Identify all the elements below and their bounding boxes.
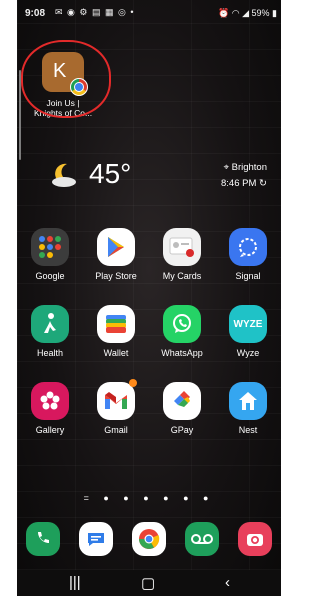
app-wallet[interactable]: Wallet (88, 305, 144, 358)
app-play-store[interactable]: Play Store (88, 228, 144, 281)
wyze-icon[interactable]: WYZE (229, 305, 267, 343)
dock (17, 522, 281, 556)
notification-badge (129, 379, 137, 387)
app-row: Gallery Gmail GPay Nest (17, 379, 281, 435)
whatsapp-icon[interactable] (163, 305, 201, 343)
health-icon[interactable] (31, 305, 69, 343)
wallet-icon[interactable] (97, 305, 135, 343)
signal-icon[interactable] (229, 228, 267, 266)
app-google-folder[interactable]: Google (22, 228, 78, 281)
recents-icon[interactable]: ||| (69, 574, 81, 591)
status-time: 9:08 (25, 8, 46, 19)
weather-temperature: 45° (89, 158, 132, 189)
battery-level: 59% (251, 8, 270, 18)
app-gallery[interactable]: Gallery (22, 382, 78, 435)
location-pin-icon: ⌖ (223, 162, 229, 173)
app-label: Google (35, 271, 65, 281)
nest-icon[interactable] (229, 382, 267, 420)
chrome-badge-icon (70, 78, 88, 96)
app-label: Nest (238, 425, 258, 435)
phone-icon[interactable] (26, 522, 61, 556)
home-screen: 9:08 ✉ ◉ ⚙ ▤ ▦ ◎ • ⏰ ◠ ◢ 59% ▮ K Join Us… (17, 0, 281, 596)
app-grid: Google Play Store My Cards Signal Health… (17, 228, 281, 459)
app-label: Signal (235, 271, 261, 281)
weather-location: ⌖ Brighton (223, 162, 267, 173)
system-icons: ⏰ ◠ ◢ 59% ▮ (218, 8, 277, 19)
app-signal[interactable]: Signal (220, 228, 276, 281)
navigation-bar: ||| ▢ ‹ (17, 570, 281, 596)
app-gmail[interactable]: Gmail (88, 379, 144, 435)
app-label: My Cards (162, 271, 202, 281)
play-store-icon[interactable] (97, 228, 135, 266)
alarm-icon: ⏰ (217, 8, 230, 18)
pinned-shortcut[interactable]: K Join Us | Knights of Co... (21, 40, 111, 118)
battery-icon: ▮ (272, 8, 277, 18)
shortcut-tile[interactable]: K (42, 52, 88, 96)
app-row: Health Wallet WhatsApp WYZE Wyze (17, 305, 281, 358)
app-label: WhatsApp (161, 348, 203, 358)
app-label: Health (36, 348, 63, 358)
app-whatsapp[interactable]: WhatsApp (154, 305, 210, 358)
gmail-icon[interactable] (97, 379, 137, 420)
app-label: Wallet (103, 348, 129, 358)
app-row: Google Play Store My Cards Signal (17, 228, 281, 281)
app-label: Play Store (95, 271, 137, 281)
refresh-icon[interactable]: ↻ (259, 178, 267, 189)
status-bar: 9:08 ✉ ◉ ⚙ ▤ ▦ ◎ • ⏰ ◠ ◢ 59% ▮ (17, 0, 281, 28)
gpay-icon[interactable] (163, 382, 201, 420)
voicemail-icon[interactable] (184, 522, 219, 556)
my-cards-icon[interactable] (163, 228, 201, 266)
app-nest[interactable]: Nest (220, 382, 276, 435)
notification-icons: ✉ ◉ ⚙ ▤ ▦ ◎ • (55, 7, 135, 17)
app-wyze[interactable]: WYZE Wyze (220, 305, 276, 358)
app-label: GPay (170, 425, 194, 435)
chrome-icon[interactable] (131, 522, 166, 556)
back-icon[interactable]: ‹ (225, 574, 230, 591)
wifi-icon: ◠ (231, 8, 240, 18)
app-label: Gmail (104, 425, 128, 435)
page-indicator[interactable]: = ● ● ● ● ● ● (17, 493, 281, 503)
camera-icon[interactable] (237, 522, 272, 556)
app-label: Wyze (236, 348, 260, 358)
weather-time: 8:46 PM ↻ (221, 178, 267, 189)
gallery-icon[interactable] (31, 382, 69, 420)
moon-cloud-icon (52, 163, 76, 187)
messages-icon[interactable] (79, 522, 114, 556)
home-icon[interactable]: ▢ (141, 574, 155, 592)
signal-icon: ◢ (242, 8, 249, 18)
app-health[interactable]: Health (22, 305, 78, 358)
shortcut-letter: K (53, 60, 67, 82)
google-folder-icon[interactable] (31, 228, 69, 266)
app-gpay[interactable]: GPay (154, 382, 210, 435)
app-my-cards[interactable]: My Cards (154, 228, 210, 281)
app-label: Gallery (35, 425, 65, 435)
weather-widget[interactable]: 45° ⌖ Brighton 8:46 PM ↻ (17, 158, 281, 198)
